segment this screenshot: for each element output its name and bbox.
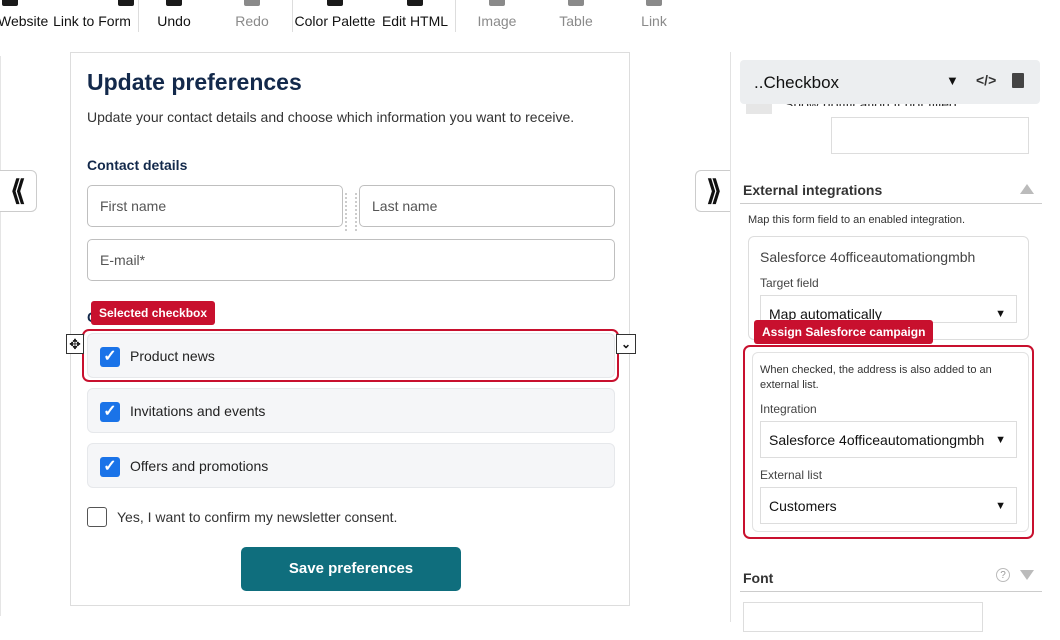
collapse-right-panel-button[interactable]: ⟫ [695,170,732,212]
notification-text-field[interactable] [831,117,1029,154]
element-type-label: ..Checkbox [754,73,840,92]
column-gap-indicator [345,193,357,231]
target-field-select[interactable]: Map automatically ▼ [760,295,1017,323]
toolbar-image-button[interactable]: Image [470,0,524,36]
first-name-field[interactable]: First name [87,185,343,227]
assign-campaign-tag: Assign Salesforce campaign [754,320,934,344]
trash-icon[interactable] [1012,73,1024,88]
move-icon[interactable]: ✥ [66,334,84,354]
expand-icon[interactable] [1020,570,1034,580]
external-integrations-section[interactable]: External integrations [740,178,1042,204]
collapse-icon[interactable] [1020,184,1034,194]
toolbar-undo-button[interactable]: Undo [150,0,198,36]
editor-toolbar: Website Link to Form Undo Redo Color Pal… [0,0,1060,36]
toolbar-website-button[interactable]: Website [0,0,52,36]
website-icon [2,0,18,6]
redo-icon [244,0,260,6]
campaign-highlight-outline [743,345,1034,539]
toolbar-link-to-form-button[interactable]: Link to Form [52,0,134,36]
dropdown-arrow-icon: ▼ [995,308,1006,320]
canvas-left-edge [0,56,1,616]
section-label: External integrations [743,182,883,198]
undo-icon [166,0,182,6]
toolbar-divider [138,0,139,32]
link-icon [646,0,662,6]
font-section[interactable]: Font ? [740,566,1042,592]
checkbox-label: Invitations and events [130,403,266,419]
image-icon [489,0,505,6]
form-description: Update your contact details and choose w… [87,109,575,125]
selected-checkbox-outline [82,329,619,382]
contact-details-heading: Contact details [87,157,188,173]
last-name-field[interactable]: Last name [359,185,615,227]
integration-description: Map this form field to an enabled integr… [748,214,966,226]
toolbar-table-button[interactable]: Table [550,0,602,36]
table-icon [568,0,584,6]
toolbar-link-button[interactable]: Link [632,0,676,36]
collapse-left-panel-button[interactable]: ⟪ [0,170,37,212]
checkbox-row-invitations[interactable]: ✓ Invitations and events [87,388,615,433]
code-icon[interactable]: </> [976,72,996,88]
checkbox-row-offers[interactable]: ✓ Offers and promotions [87,443,615,488]
toolbar-edit-html-button[interactable]: Edit HTML [380,0,450,36]
checkbox-label: Offers and promotions [130,458,269,474]
email-field[interactable]: E-mail* [87,239,615,281]
checkbox-checked-icon[interactable]: ✓ [100,457,120,477]
checkbox-checked-icon[interactable]: ✓ [100,402,120,422]
save-preferences-button[interactable]: Save preferences [241,547,461,591]
section-label: Font [743,570,774,586]
font-family-field[interactable] [743,602,983,632]
target-field-label: Target field [760,276,819,290]
caret-down-icon[interactable]: ▼ [946,73,959,88]
element-selector[interactable]: ..Checkbox ▼ </> [740,60,1040,104]
selected-checkbox-tag: Selected checkbox [91,301,216,325]
palette-icon [327,0,343,6]
consent-checkbox[interactable] [87,507,107,527]
chevron-down-icon[interactable]: ⌄ [616,334,636,354]
link-form-icon [118,0,134,6]
toolbar-divider [455,0,456,32]
consent-label: Yes, I want to confirm my newsletter con… [117,509,398,525]
toolbar-redo-button[interactable]: Redo [228,0,276,36]
form-title: Update preferences [87,69,302,95]
toolbar-color-palette-button[interactable]: Color Palette [294,0,376,36]
toolbar-divider [292,0,293,32]
html-icon [407,0,423,6]
help-icon[interactable]: ? [996,568,1010,582]
integration-name: Salesforce 4officeautomationgmbh [760,249,976,265]
